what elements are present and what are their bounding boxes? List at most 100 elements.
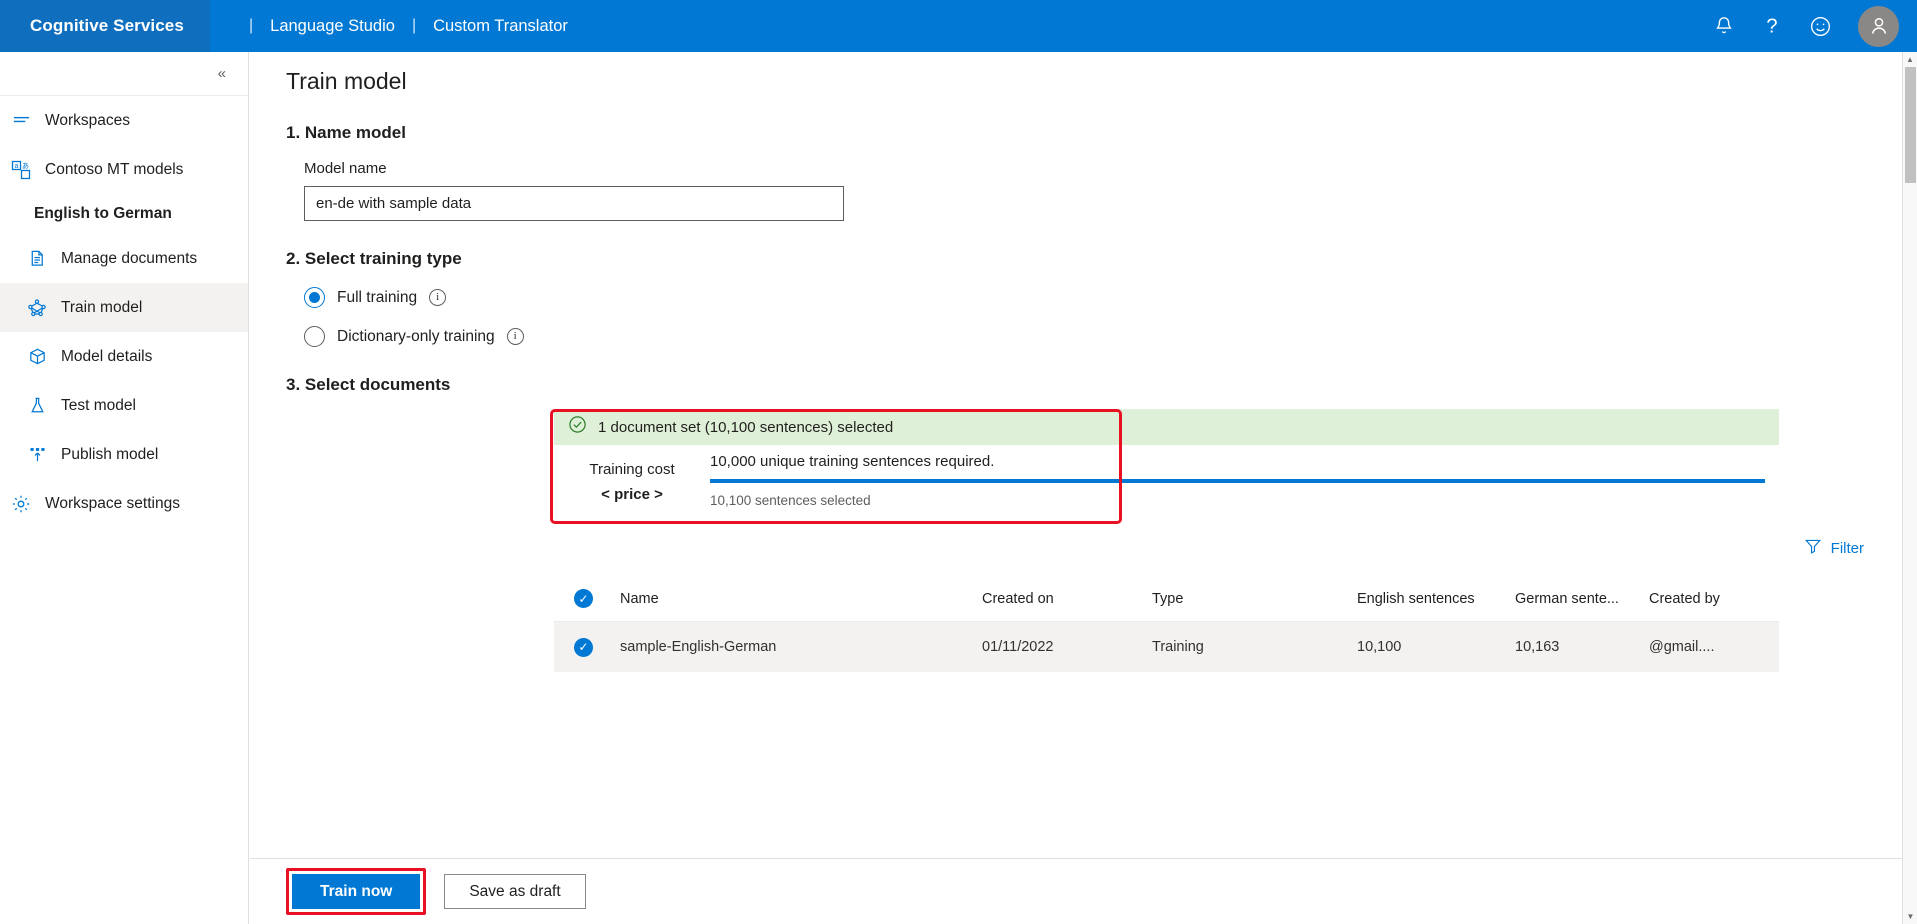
sidebar-item-test-model[interactable]: Test model [0,381,248,430]
select-all-checkbox[interactable]: ✓ [554,589,620,608]
sidebar-collapse-row: « [0,52,248,96]
sentence-progress-fill [710,479,1765,483]
brand-cognitive-services[interactable]: Cognitive Services [0,0,210,52]
scroll-up-arrow-icon[interactable]: ▲ [1903,52,1917,67]
model-name-input[interactable] [304,186,844,221]
cell-type: Training [1152,639,1204,655]
translation-models-icon: a あ [10,160,32,180]
column-header-created-by[interactable]: Created by [1649,591,1779,607]
cell-english-sentences: 10,100 [1357,639,1402,655]
main-content: Train model 1. Name model Model name 2. … [250,52,1902,924]
breadcrumb-separator-1: | [249,17,254,34]
column-header-name[interactable]: Name [620,591,982,607]
gear-icon [10,494,32,514]
table-row[interactable]: ✓ sample-English-German 01/11/2022 Train… [554,622,1779,672]
breadcrumb-separator-2: | [411,17,417,34]
filter-button[interactable]: Filter [1802,533,1866,563]
info-icon[interactable]: i [429,289,447,306]
cell-german-sentences: 10,163 [1515,639,1560,655]
publish-upload-icon [26,445,48,464]
cell-created-on: 01/11/2022 [982,639,1054,655]
step3-title: 3. Select documents [286,375,451,394]
sidebar-item-label: Workspace settings [45,494,180,512]
account-avatar-icon[interactable] [1858,5,1899,47]
svg-text:あ: あ [22,162,29,170]
sidebar-group-english-to-german: English to German [34,205,172,222]
sidebar-item-manage-documents[interactable]: Manage documents [0,234,248,283]
sidebar-item-label: Workspaces [45,111,130,129]
flask-icon [26,396,48,415]
breadcrumb-language-studio[interactable]: Language Studio [270,17,395,36]
column-header-english-sentences[interactable]: English sentences [1357,591,1515,607]
filter-label: Filter [1830,539,1864,557]
sidebar: « Workspaces a あ Contoso MT models Engli… [0,52,249,924]
sentence-progress-block: 10,000 unique training sentences require… [710,453,1779,519]
breadcrumb: | Language Studio | Custom Translator [210,0,568,52]
scroll-down-arrow-icon[interactable]: ▼ [1903,909,1917,924]
sidebar-item-label: Train model [61,298,143,316]
selection-status-text: 1 document set (10,100 sentences) select… [598,418,894,436]
help-icon[interactable]: ? [1761,14,1783,38]
svg-text:a: a [15,163,19,170]
training-cost-value: < price > [601,486,663,503]
package-box-icon [26,347,48,366]
top-bar-actions: ? [1713,0,1917,52]
table-header-row: ✓ Name Created on Type English sentences… [554,576,1779,622]
radio-full-training-control[interactable] [304,287,325,308]
cell-name: sample-English-German [620,639,777,655]
page-scrollbar[interactable]: ▲ ▼ [1902,52,1917,924]
step1-title: 1. Name model [286,123,406,142]
collapse-sidebar-icon[interactable]: « [212,62,232,85]
sidebar-item-publish-model[interactable]: Publish model [0,430,248,479]
notifications-icon[interactable] [1713,15,1735,37]
sidebar-item-label: Model details [61,347,153,365]
documents-table: ✓ Name Created on Type English sentences… [554,576,1779,672]
document-icon [26,249,48,268]
filter-funnel-icon [1804,537,1822,559]
selection-status-banner: 1 document set (10,100 sentences) select… [554,409,1779,445]
info-icon[interactable]: i [506,328,524,345]
radio-full-training-label: Full training [337,288,418,306]
sentences-required-text: 10,000 unique training sentences require… [710,453,995,470]
check-circle-icon [568,415,587,439]
filter-row: Filter [250,533,1902,563]
checkbox-checked-icon: ✓ [574,637,593,657]
radio-dictionary-only-training[interactable]: Dictionary-only training i [304,326,1902,347]
sidebar-item-label: Test model [61,396,136,414]
sidebar-item-model-details[interactable]: Model details [0,332,248,381]
breadcrumb-custom-translator[interactable]: Custom Translator [433,17,568,36]
train-now-highlight: Train now [286,868,427,915]
sidebar-item-label: Contoso MT models [45,160,184,178]
svg-text:?: ? [1766,15,1777,37]
training-cost-label: Training cost [589,461,675,478]
column-header-created-on[interactable]: Created on [982,591,1152,607]
feedback-smiley-icon[interactable] [1809,15,1832,38]
column-header-german-sentences[interactable]: German sente... [1515,591,1649,607]
scrollbar-thumb[interactable] [1905,67,1916,183]
train-now-button[interactable]: Train now [292,874,421,909]
sidebar-item-contoso-mt-models[interactable]: a あ Contoso MT models [0,145,248,194]
sidebar-item-label: Manage documents [61,249,198,267]
document-selection-panel: 1 document set (10,100 sentences) select… [250,409,1902,524]
workspaces-icon [10,111,32,130]
model-name-label: Model name [304,160,387,177]
sidebar-item-train-model[interactable]: Train model [0,283,248,332]
sidebar-item-workspaces[interactable]: Workspaces [0,96,248,145]
sentence-progress-bar [710,479,1765,483]
column-header-type[interactable]: Type [1152,591,1357,607]
top-navigation-bar: Cognitive Services | Language Studio | C… [0,0,1917,52]
sidebar-item-label: Publish model [61,445,159,463]
brand-label: Cognitive Services [30,16,184,35]
radio-full-training[interactable]: Full training i [304,287,1902,308]
sidebar-item-workspace-settings[interactable]: Workspace settings [0,479,248,528]
page-title: Train model [286,68,407,94]
checkbox-checked-icon: ✓ [574,589,593,608]
sentences-selected-text: 10,100 sentences selected [710,493,871,508]
row-checkbox[interactable]: ✓ [554,637,620,657]
training-cost-row: Training cost < price > 10,000 unique tr… [554,445,1779,519]
action-footer: Train now Save as draft [250,858,1902,924]
step2-title: 2. Select training type [286,249,462,268]
train-model-icon [26,298,48,318]
save-as-draft-button[interactable]: Save as draft [444,874,586,909]
radio-dictionary-only-control[interactable] [304,326,325,347]
